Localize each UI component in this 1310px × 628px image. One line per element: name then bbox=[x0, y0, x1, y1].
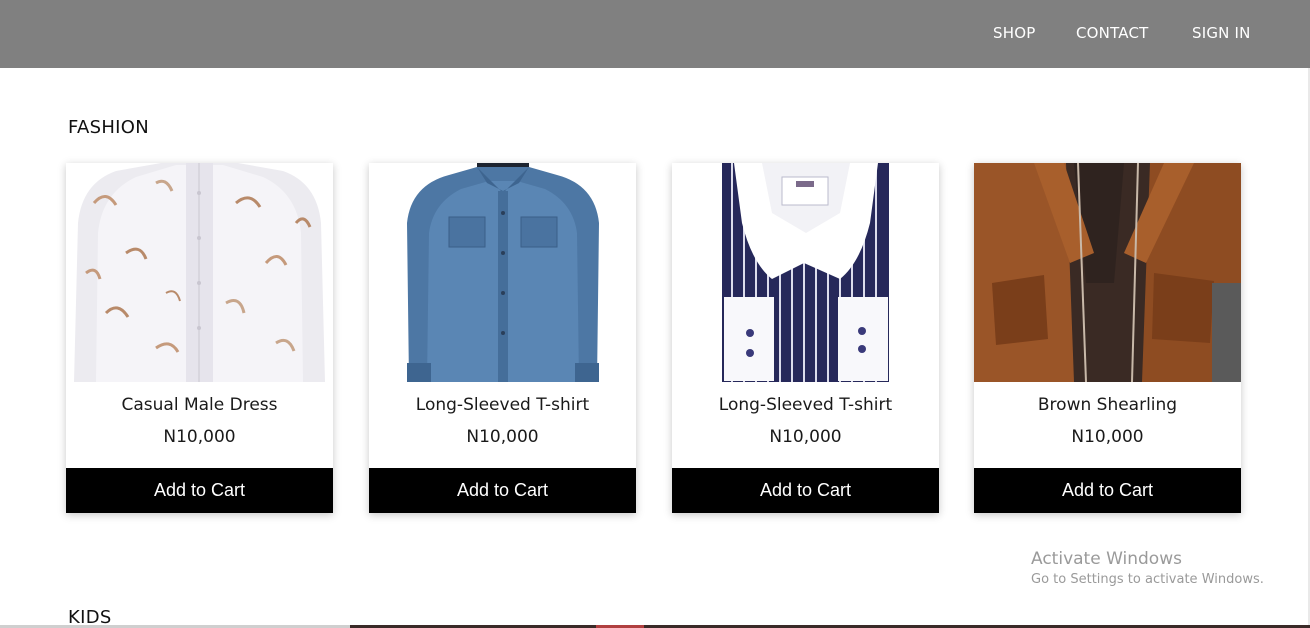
white-shirt-illustration bbox=[66, 163, 333, 382]
nav-link-sign-in[interactable]: SIGN IN bbox=[1192, 24, 1251, 42]
add-to-cart-button[interactable]: Add to Cart bbox=[66, 468, 333, 513]
denim-shirt-illustration bbox=[369, 163, 636, 382]
product-image-denim-shirt[interactable] bbox=[369, 163, 636, 382]
striped-shirt-illustration bbox=[672, 163, 939, 382]
product-price: N10,000 bbox=[1071, 427, 1144, 447]
add-to-cart-button[interactable]: Add to Cart bbox=[672, 468, 939, 513]
windows-activation-watermark: Activate Windows Go to Settings to activ… bbox=[1031, 549, 1264, 587]
product-card: Long-Sleeved T-shirt N10,000 Add to Cart bbox=[369, 163, 636, 513]
product-card: Long-Sleeved T-shirt N10,000 Add to Cart bbox=[672, 163, 939, 513]
product-name: Casual Male Dress bbox=[121, 395, 278, 415]
nav-link-shop[interactable]: SHOP bbox=[993, 24, 1035, 42]
product-card: Casual Male Dress N10,000 Add to Cart bbox=[66, 163, 333, 513]
top-nav-bar: SHOP CONTACT SIGN IN bbox=[0, 0, 1310, 68]
product-card: Brown Shearling N10,000 Add to Cart bbox=[974, 163, 1241, 513]
product-name: Brown Shearling bbox=[1037, 395, 1178, 415]
product-image-striped-shirt[interactable] bbox=[672, 163, 939, 382]
product-name: Long-Sleeved T-shirt bbox=[718, 395, 893, 415]
watermark-subtitle: Go to Settings to activate Windows. bbox=[1031, 572, 1264, 587]
add-to-cart-button[interactable]: Add to Cart bbox=[974, 468, 1241, 513]
nav-link-contact[interactable]: CONTACT bbox=[1076, 24, 1149, 42]
brown-jacket-illustration bbox=[974, 163, 1241, 382]
product-price: N10,000 bbox=[163, 427, 236, 447]
section-title-fashion: FASHION bbox=[68, 117, 150, 138]
product-name: Long-Sleeved T-shirt bbox=[415, 395, 590, 415]
add-to-cart-button[interactable]: Add to Cart bbox=[369, 468, 636, 513]
product-image-white-patterned-shirt[interactable] bbox=[66, 163, 333, 382]
product-price: N10,000 bbox=[466, 427, 539, 447]
page: SHOP CONTACT SIGN IN FASHION Casual Male… bbox=[0, 0, 1310, 628]
product-price: N10,000 bbox=[769, 427, 842, 447]
watermark-title: Activate Windows bbox=[1031, 549, 1182, 569]
product-image-brown-jacket[interactable] bbox=[974, 163, 1241, 382]
